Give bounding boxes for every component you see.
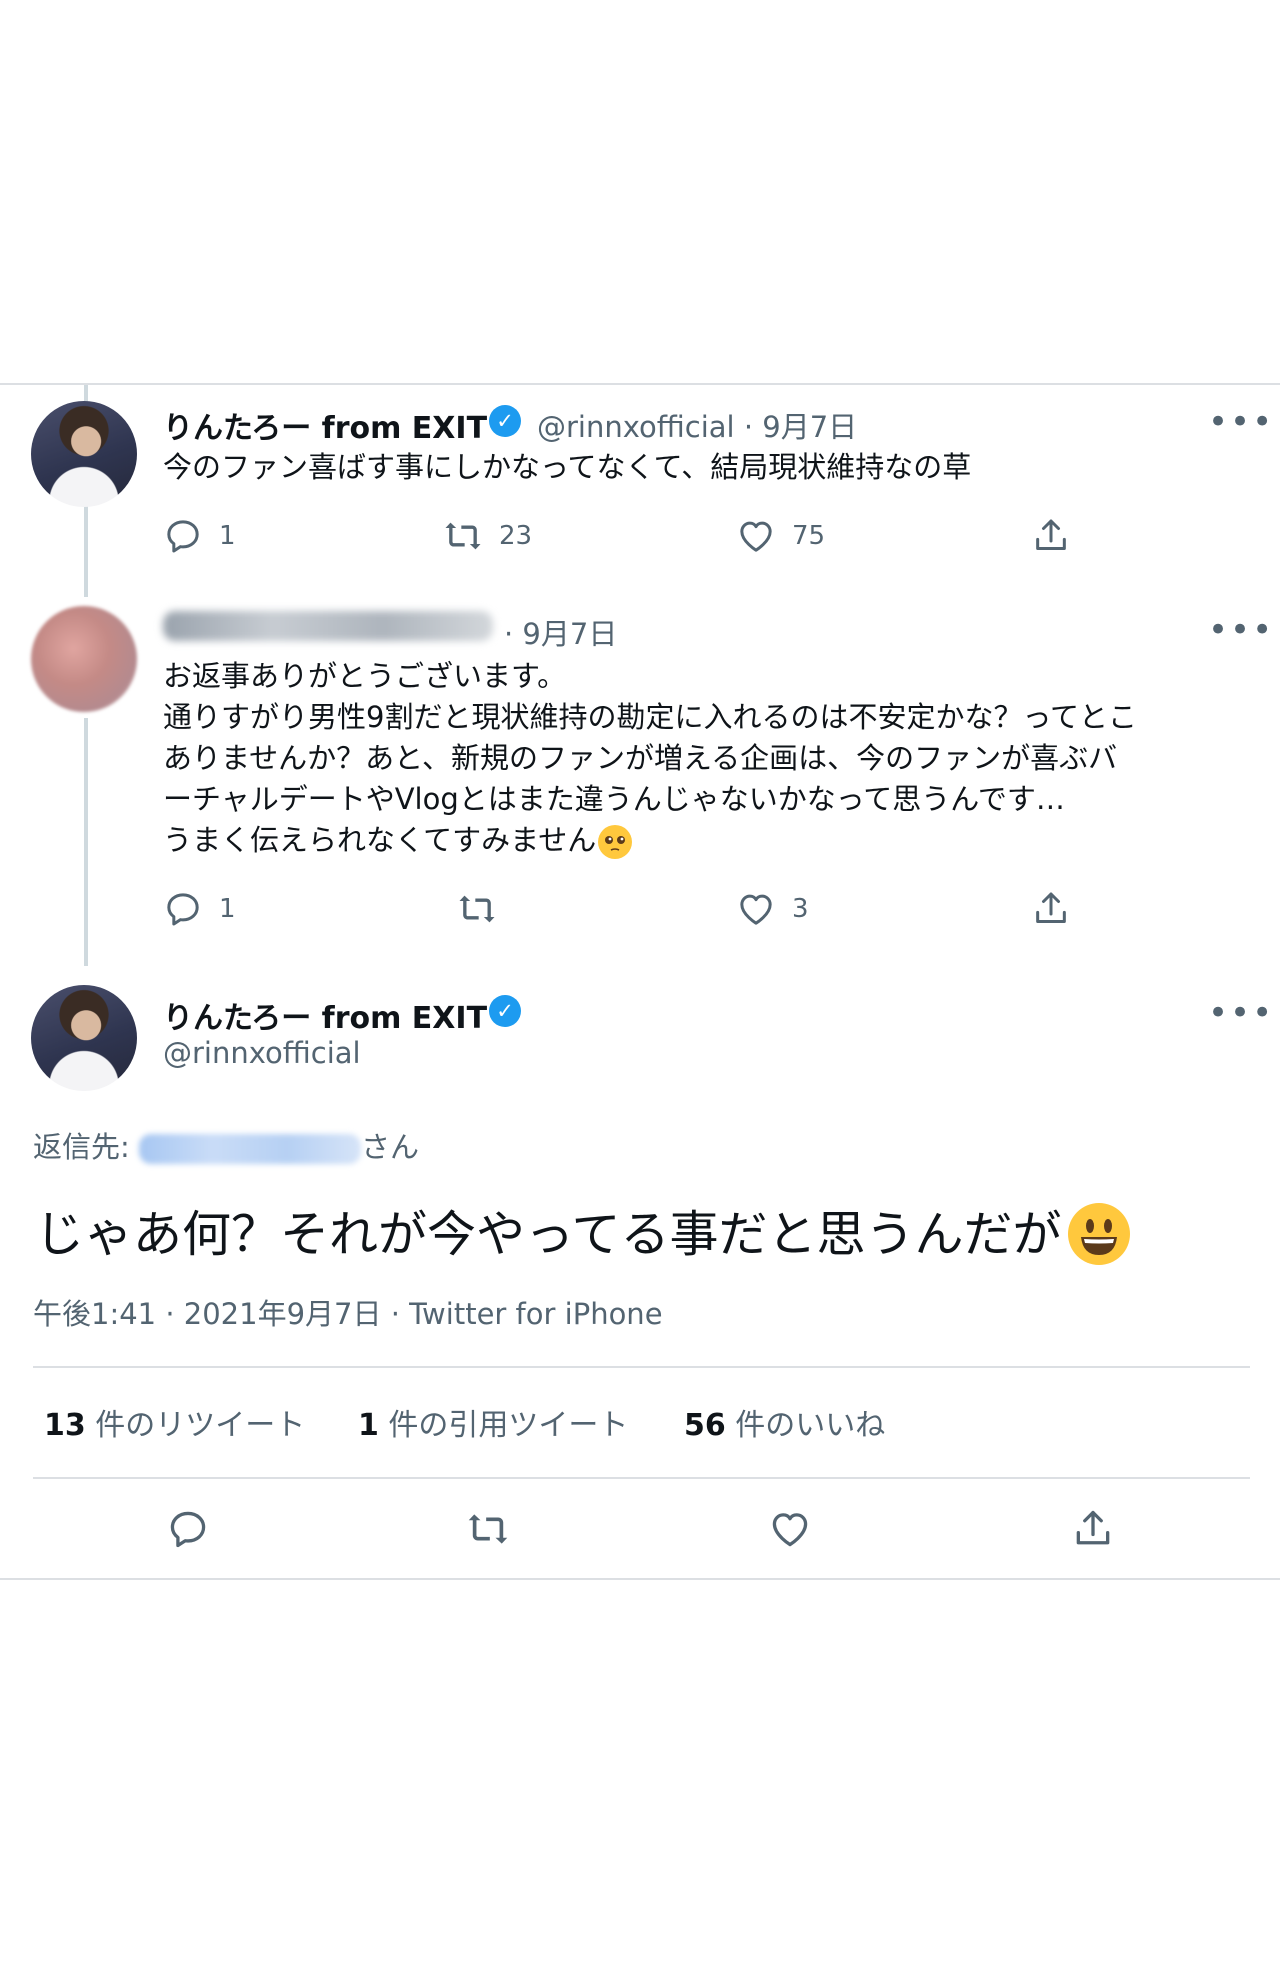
tweet-text-line: 通りすがり男性9割だと現状維持の勘定に入れるのは不安定かな？ってとこ (163, 700, 1138, 734)
like-button[interactable]: 3 (736, 889, 809, 929)
tweet-timestamp[interactable]: 午後1:41 · 2021年9月7日 · Twitter for iPhone (33, 1291, 663, 1333)
stats-divider-bottom (33, 1477, 1250, 1479)
retweet-count: 23 (499, 521, 533, 551)
like-button[interactable]: 75 (736, 516, 825, 556)
retweet-button[interactable] (457, 889, 497, 929)
like-icon (740, 521, 772, 552)
reply-icon (167, 520, 199, 553)
share-button[interactable] (1031, 516, 1071, 556)
like-icon (772, 1513, 808, 1547)
screenshot-frame: りんたろー from EXIT ✓ @rinnxofficial · 9月7日 … (0, 0, 1280, 1980)
reply-button[interactable]: 1 (163, 889, 236, 929)
reply-to-suffix: さん (361, 1130, 420, 1164)
reply-button[interactable] (166, 1507, 210, 1551)
retweet-icon (445, 522, 481, 550)
like-icon (740, 894, 772, 925)
like-stat[interactable]: 56 件のいいね (684, 1400, 885, 1444)
main-tweet-text-segment: じゃあ何？それが今やってる事だと思うんだが (35, 1206, 1062, 1263)
more-icon[interactable]: ••• (1208, 405, 1274, 439)
reply-to-handle-redacted[interactable] (139, 1134, 361, 1164)
share-button[interactable] (1071, 1507, 1115, 1551)
bottom-divider (0, 1578, 1280, 1580)
quote-stat-count: 1 (358, 1408, 379, 1443)
reply-icon (167, 893, 199, 926)
thread-connector-line (84, 718, 88, 966)
share-icon (1036, 519, 1066, 550)
avatar[interactable] (31, 606, 137, 712)
verified-icon: ✓ (489, 995, 521, 1027)
reply-to: 返信先: さん (33, 1124, 419, 1166)
tweet-text: 今のファン喜ばす事にしかなってなくて、結局現状維持なの草 (163, 450, 972, 484)
share-icon (1076, 1510, 1110, 1545)
main-tweet-text: じゃあ何？それが今やってる事だと思うんだが (35, 1195, 1130, 1269)
display-name-redacted (163, 611, 493, 641)
handle-and-date[interactable]: @rinnxofficial · 9月7日 (537, 404, 857, 446)
share-button[interactable] (1031, 889, 1071, 929)
tweet-text-segment: うまく伝えられなくてすみません (163, 823, 597, 857)
tweet-text-line: お返事ありがとうございます。 (163, 659, 567, 693)
quote-stat-label: 件の引用ツイート (378, 1408, 629, 1443)
avatar[interactable] (31, 401, 137, 507)
reply-count: 1 (219, 894, 236, 924)
tweet-text-line-last: うまく伝えられなくてすみません (163, 820, 633, 861)
like-count: 75 (792, 521, 826, 551)
retweet-icon (468, 1514, 508, 1544)
reply-button[interactable]: 1 (163, 516, 236, 556)
top-divider (0, 383, 1280, 385)
display-name[interactable]: りんたろー from EXIT (163, 993, 487, 1037)
tweet-text-line: ありませんか？あと、新規のファンが増える企画は、今のファンが喜ぶバ (163, 741, 1118, 775)
verified-icon: ✓ (489, 405, 521, 437)
reply-icon (170, 1511, 206, 1548)
quote-stat[interactable]: 1 件の引用ツイート (358, 1400, 628, 1444)
handle[interactable]: @rinnxofficial (163, 1036, 361, 1070)
stats-divider-top (33, 1366, 1250, 1368)
like-stat-count: 56 (684, 1408, 726, 1443)
retweet-stat-count: 13 (44, 1408, 86, 1443)
reply-count: 1 (219, 521, 236, 551)
display-name[interactable]: りんたろー from EXIT (163, 403, 487, 447)
share-icon (1036, 892, 1066, 923)
tweet-date[interactable]: · 9月7日 (504, 611, 617, 653)
grinning-face-icon (1067, 1202, 1130, 1265)
like-count: 3 (792, 894, 809, 924)
retweet-stat[interactable]: 13 件のリツイート (44, 1400, 305, 1444)
more-icon[interactable]: ••• (1208, 996, 1274, 1030)
more-icon[interactable]: ••• (1208, 613, 1274, 647)
retweet-button[interactable] (466, 1507, 510, 1551)
avatar[interactable] (31, 985, 137, 1091)
retweet-stat-label: 件のリツイート (85, 1408, 306, 1443)
pleading-face-icon (598, 825, 633, 859)
like-stat-label: 件のいいね (725, 1408, 886, 1443)
like-button[interactable] (768, 1507, 812, 1551)
retweet-button[interactable]: 23 (443, 516, 532, 556)
reply-to-prefix: 返信先: (33, 1130, 130, 1164)
retweet-icon (459, 895, 495, 923)
tweet-text-line: ーチャルデートやVlogとはまた違うんじゃないかなって思うんです… (163, 782, 1065, 816)
